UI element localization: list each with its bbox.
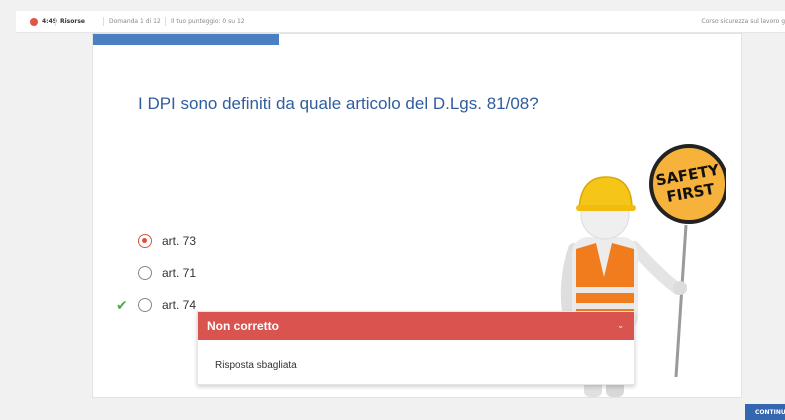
resources-link[interactable]: Risorse bbox=[60, 18, 85, 25]
radio-unselected[interactable] bbox=[138, 298, 152, 312]
timer-icon bbox=[30, 18, 38, 26]
course-title: Corso sicurezza sul lavoro g bbox=[701, 18, 785, 25]
hand bbox=[673, 281, 687, 295]
feedback-header[interactable]: Non corretto ⌄ bbox=[198, 312, 634, 340]
reflective-stripe bbox=[576, 287, 634, 293]
option-label: art. 73 bbox=[162, 234, 197, 248]
feedback-title: Non corretto bbox=[207, 319, 279, 333]
top-bar: 4:49 Risorse Domanda 1 di 12 Il tuo punt… bbox=[16, 11, 785, 33]
feedback-message: Risposta sbagliata bbox=[215, 360, 297, 371]
divider bbox=[165, 17, 166, 26]
hard-hat bbox=[578, 176, 633, 210]
checkmark-icon: ✔ bbox=[116, 298, 128, 314]
option-label: art. 74 bbox=[162, 298, 197, 312]
reflective-stripe bbox=[576, 303, 634, 309]
answer-option-2[interactable]: art. 71 bbox=[138, 265, 196, 281]
sign-pole bbox=[674, 224, 688, 378]
question-counter: Domanda 1 di 12 bbox=[109, 18, 161, 25]
hard-hat-brim bbox=[576, 205, 636, 211]
divider bbox=[55, 17, 56, 26]
radio-selected[interactable] bbox=[138, 234, 152, 248]
arm bbox=[628, 241, 684, 295]
score-text: Il tuo punteggio: 0 su 12 bbox=[171, 18, 245, 25]
option-label: art. 71 bbox=[162, 266, 197, 280]
divider bbox=[103, 17, 104, 26]
chevron-down-icon[interactable]: ⌄ bbox=[617, 321, 624, 330]
answer-option-3[interactable]: art. 74 bbox=[138, 297, 196, 313]
progress-bar bbox=[93, 34, 279, 45]
feedback-panel: Non corretto ⌄ Risposta sbagliata bbox=[197, 311, 635, 385]
continue-button[interactable]: CONTINU bbox=[745, 404, 785, 420]
radio-unselected[interactable] bbox=[138, 266, 152, 280]
answer-option-1[interactable]: art. 73 bbox=[138, 233, 196, 249]
question-text: I DPI sono definiti da quale articolo de… bbox=[138, 94, 539, 113]
